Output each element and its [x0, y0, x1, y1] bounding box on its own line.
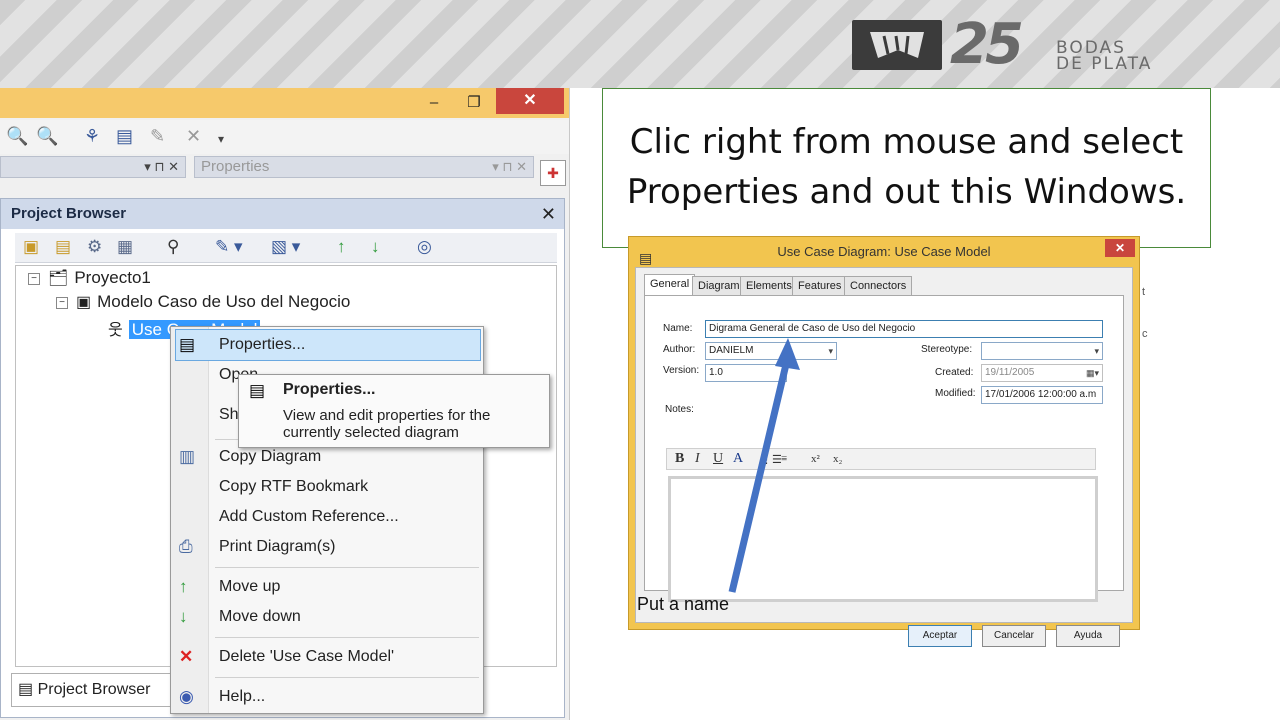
arrow-head — [775, 338, 800, 370]
annotation-arrow — [728, 338, 800, 593]
arrow-shaft — [728, 355, 792, 593]
